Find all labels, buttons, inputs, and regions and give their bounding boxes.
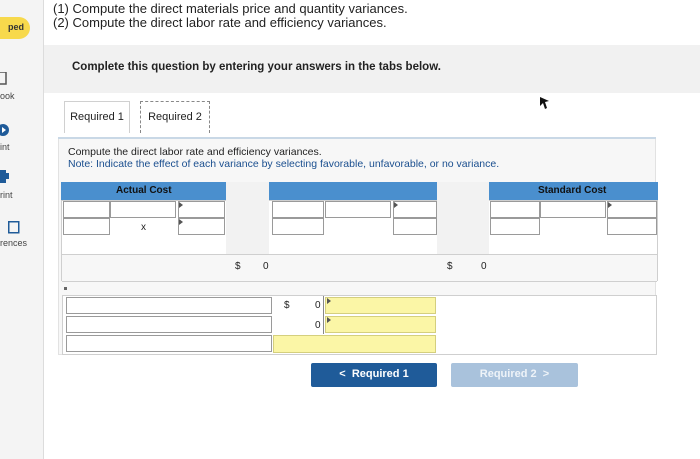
variance-spacer xyxy=(62,281,657,295)
dropdown-marker-icon xyxy=(394,202,398,208)
variance-effect-select-1[interactable] xyxy=(325,297,436,314)
actual-rate-value-input[interactable] xyxy=(178,218,225,235)
variance-dollar: $ xyxy=(284,300,290,311)
chevron-right-icon: > xyxy=(542,368,550,380)
variance-label-input-3[interactable] xyxy=(66,335,272,352)
references-icon xyxy=(8,221,20,234)
next-required-2-button[interactable]: Required 2 > xyxy=(451,363,578,387)
sidebar-item-label: rences xyxy=(0,238,28,248)
standard-label-input-3[interactable] xyxy=(607,201,657,218)
bullet-marker xyxy=(64,287,67,290)
middle-label-input-3[interactable] xyxy=(393,201,437,218)
panel-instruction: Compute the direct labor rate and effici… xyxy=(68,146,322,158)
print-icon xyxy=(0,170,9,183)
standard-total-dollar: $ xyxy=(447,261,453,272)
dropdown-marker-icon xyxy=(327,298,331,304)
tab-required-2[interactable]: Required 2 xyxy=(140,101,210,133)
middle-value-input-2[interactable] xyxy=(393,218,437,235)
sidebar-item-label: rint xyxy=(0,190,13,200)
sidebar-item-label: ook xyxy=(0,91,15,101)
actual-total-dollar: $ xyxy=(235,261,241,272)
times-symbol: x xyxy=(141,222,146,233)
standard-value-input-1[interactable] xyxy=(490,218,540,235)
variance-label-input-1[interactable] xyxy=(66,297,272,314)
hint-icon xyxy=(0,123,9,136)
variance-label-input-2[interactable] xyxy=(66,316,272,333)
status-pill: ped xyxy=(0,17,30,39)
standard-label-input-1[interactable] xyxy=(490,201,540,218)
instructions-text: Complete this question by entering your … xyxy=(72,61,441,73)
book-icon xyxy=(0,71,8,85)
sidebar-item-references[interactable]: rences xyxy=(0,221,40,255)
panel-note: Note: Indicate the effect of each varian… xyxy=(68,158,500,170)
middle-label-input-2[interactable] xyxy=(325,201,391,218)
next-button-label: Required 2 xyxy=(479,368,537,380)
standard-label-input-2[interactable] xyxy=(540,201,606,218)
sidebar-item-hint[interactable]: int xyxy=(0,123,40,155)
standard-total-value: 0 xyxy=(481,261,487,272)
header-actual-cost: Actual Cost xyxy=(116,185,172,196)
standard-value-input-2[interactable] xyxy=(607,218,657,235)
chevron-left-icon: < xyxy=(339,368,346,380)
actual-hours-label-input[interactable] xyxy=(63,201,110,218)
header-standard-cost: Standard Cost xyxy=(538,185,607,196)
mouse-cursor-icon xyxy=(540,96,550,114)
tab-required-1[interactable]: Required 1 xyxy=(64,101,130,133)
sidebar-item-book[interactable]: ook xyxy=(0,70,40,104)
panel-top-border xyxy=(58,137,656,139)
variance-effect-select-2[interactable] xyxy=(325,316,436,333)
actual-hours-value-input[interactable] xyxy=(63,218,110,235)
actual-hours-input[interactable] xyxy=(110,201,176,218)
middle-value-input-1[interactable] xyxy=(272,218,324,235)
sidebar-item-label: int xyxy=(0,142,10,152)
sidebar-item-print[interactable]: rint xyxy=(0,170,40,204)
standard-total-column xyxy=(437,182,489,254)
question-line-2: (2) Compute the direct labor rate and ef… xyxy=(53,15,387,30)
totals-row xyxy=(62,254,657,281)
variance-value-divider xyxy=(320,296,324,334)
actual-total-column xyxy=(226,182,269,254)
actual-rate-label-input[interactable] xyxy=(178,201,225,218)
dropdown-marker-icon xyxy=(179,202,183,208)
prev-required-1-button[interactable]: < Required 1 xyxy=(311,363,437,387)
dropdown-marker-icon xyxy=(327,317,331,323)
actual-total-value: 0 xyxy=(263,261,269,272)
dropdown-marker-icon xyxy=(179,219,183,225)
question-line-1: (1) Compute the direct materials price a… xyxy=(53,1,408,16)
middle-label-input-1[interactable] xyxy=(272,201,324,218)
total-variance-effect-select[interactable] xyxy=(273,335,436,353)
prev-button-label: Required 1 xyxy=(351,368,409,380)
dropdown-marker-icon xyxy=(608,202,612,208)
